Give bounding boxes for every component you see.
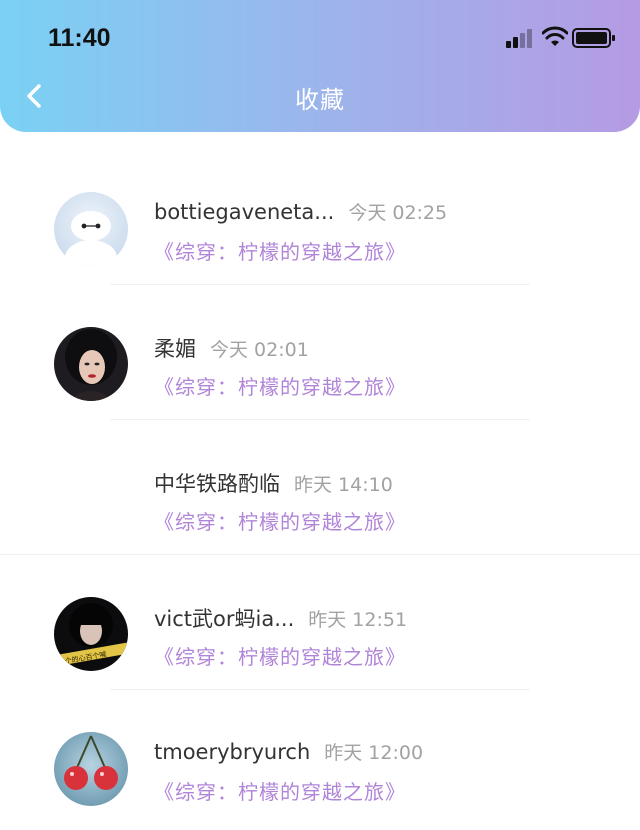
item-time: 昨天 12:00	[324, 742, 424, 764]
item-time: 昨天 12:51	[308, 609, 408, 631]
user-name: 中华铁路酌临	[154, 472, 280, 496]
book-title[interactable]: 《综穿：柠檬的穿越之旅》	[154, 506, 406, 535]
avatar[interactable]: 个的心百个喊	[54, 597, 128, 671]
baymax-avatar-icon	[54, 192, 128, 266]
item-name-row: tmoerybryurch 昨天 12:00	[154, 738, 423, 765]
battery-icon	[572, 28, 615, 48]
book-title[interactable]: 《综穿：柠檬的穿越之旅》	[154, 641, 406, 670]
cherries-avatar-icon	[54, 732, 128, 806]
item-time: 今天 02:25	[348, 202, 448, 224]
user-name: tmoerybryurch	[154, 740, 311, 764]
user-name: vict武or蚂ia...	[154, 607, 295, 631]
favorites-list: bottiegaveneta... 今天 02:25 《综穿：柠檬的穿越之旅》 柔…	[0, 150, 640, 830]
page-title: 收藏	[295, 86, 345, 114]
list-item[interactable]: tmoerybryurch 昨天 12:00 《综穿：柠檬的穿越之旅》	[0, 690, 640, 825]
user-name: 柔媚	[154, 337, 196, 361]
item-time: 今天 02:01	[210, 339, 309, 361]
item-name-row: bottiegaveneta... 今天 02:25	[154, 198, 447, 225]
signal-icon	[506, 29, 532, 48]
list-item[interactable]: bottiegaveneta... 今天 02:25 《综穿：柠檬的穿越之旅》	[0, 150, 640, 285]
list-item[interactable]: 个的心百个喊 vict武or蚂ia... 昨天 12:51 《综穿：柠檬的穿越之旅…	[0, 555, 640, 690]
item-time: 昨天 14:10	[294, 474, 393, 496]
book-title[interactable]: 《综穿：柠檬的穿越之旅》	[154, 776, 406, 805]
avatar[interactable]	[54, 192, 128, 266]
list-item[interactable]: 柔媚 今天 02:01 《综穿：柠檬的穿越之旅》	[0, 285, 640, 420]
girl-dark-avatar-icon: 个的心百个喊	[54, 597, 128, 671]
avatar[interactable]	[54, 732, 128, 806]
list-item[interactable]: 中华铁路酌临 昨天 14:10 《综穿：柠檬的穿越之旅》	[0, 420, 640, 555]
user-name: bottiegaveneta...	[154, 200, 335, 224]
item-name-row: vict武or蚂ia... 昨天 12:51	[154, 603, 407, 633]
item-name-row: 中华铁路酌临 昨天 14:10	[154, 468, 393, 498]
wifi-icon	[542, 26, 568, 46]
status-time: 11:40	[48, 24, 111, 52]
woman-avatar-icon	[54, 327, 128, 401]
book-title[interactable]: 《综穿：柠檬的穿越之旅》	[154, 371, 406, 400]
avatar[interactable]	[54, 327, 128, 401]
item-name-row: 柔媚 今天 02:01	[154, 333, 309, 363]
app-header: 11:40 收藏	[0, 0, 640, 132]
book-title[interactable]: 《综穿：柠檬的穿越之旅》	[154, 236, 406, 265]
